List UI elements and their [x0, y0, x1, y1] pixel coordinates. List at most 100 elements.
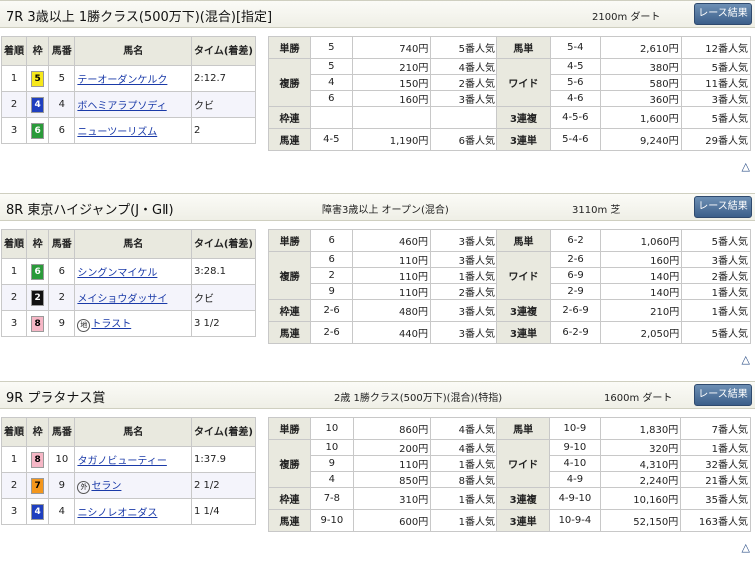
- payout-amount: [351, 106, 432, 129]
- finish-position: 3: [1, 117, 27, 144]
- race-result-button[interactable]: レース結果: [694, 196, 752, 218]
- back-to-top-icon[interactable]: △: [742, 160, 750, 173]
- bet-type-label: 単勝: [267, 229, 312, 252]
- origin-mark: 地: [77, 319, 91, 332]
- bet-type-label: 単勝: [267, 36, 312, 59]
- payout-combination: 5-4-6: [549, 128, 601, 151]
- payout-amount: 140円: [600, 267, 683, 284]
- waku-cell: 6: [25, 258, 50, 285]
- payout-row: ワイド 9-10 320円 1番人気: [495, 439, 751, 488]
- payout-combination: 7-8: [310, 487, 354, 510]
- bet-type-label: 枠連: [267, 106, 312, 129]
- bet-type-label: 馬単: [495, 229, 552, 252]
- horse-name-cell: タガノビューティー: [74, 446, 193, 473]
- payout-popularity: 7番人気: [680, 417, 751, 440]
- race-block: 9R プラタナス賞 2歳 1勝クラス(500万下)(混合)(特指) 1600m ダー…: [0, 381, 755, 571]
- horse-name-link[interactable]: セラン: [91, 481, 121, 492]
- finish-position: 3: [1, 498, 27, 525]
- race-distance: 3110m 芝: [572, 205, 621, 216]
- horse-name-link[interactable]: トラスト: [91, 319, 131, 330]
- horse-name-link[interactable]: メイショウダッサイ: [77, 294, 167, 305]
- payout-row: 馬連 9-10 600円 1番人気: [267, 509, 498, 532]
- horse-name-cell: テーオーダンケルク: [74, 65, 193, 92]
- payout-popularity: 4番人気: [430, 439, 498, 456]
- payout-row: 枠連 7-8 310円 1番人気: [267, 487, 498, 510]
- payout-amount: 2,610円: [599, 36, 682, 59]
- payout-combination: 9-10: [549, 439, 601, 456]
- bet-type-label: 3連単: [495, 321, 552, 344]
- payout-amount: 110円: [351, 251, 432, 268]
- results-header-cell: 枠: [25, 36, 50, 66]
- payout-table: 単勝 6 460円 3番人気 複勝 6 110円 3番人気 2 110円 1番人気 9 110円 2番人気…: [267, 229, 498, 344]
- horse-name-link[interactable]: テーオーダンケルク: [77, 75, 167, 86]
- payout-row: ワイド 2-6 160円 3番人気: [495, 251, 751, 300]
- horse-number: 6: [48, 258, 76, 285]
- finish-time: 1 1/4: [191, 498, 256, 525]
- back-to-top-icon[interactable]: △: [742, 541, 750, 554]
- payout-combination: 5: [310, 58, 353, 75]
- payout-combination: 6: [310, 90, 353, 107]
- payout-combination: 2-6: [550, 251, 602, 268]
- payout-table: 単勝 5 740円 5番人気 複勝 5 210円 4番人気 4 150円 2番人気 6 160円 3番人気…: [267, 36, 498, 151]
- payout-popularity: 29番人気: [680, 128, 752, 151]
- payout-amount: 2,240円: [599, 471, 682, 488]
- horse-name-link[interactable]: シングンマイケル: [77, 268, 157, 279]
- waku-cell: 7: [25, 472, 50, 499]
- race-header: 9R プラタナス賞 2歳 1勝クラス(500万下)(混合)(特指) 1600m ダー…: [0, 381, 755, 409]
- results-header-cell: タイム(着差): [191, 417, 256, 447]
- results-header-cell: 着順: [1, 229, 27, 259]
- waku-cell: 2: [25, 284, 50, 311]
- payout-popularity: 5番人気: [680, 58, 752, 75]
- finish-time: 3 1/2: [191, 310, 256, 337]
- payout-combination: 4-9-10: [549, 487, 601, 510]
- bet-type-label: 3連単: [496, 128, 551, 151]
- horse-number: 2: [48, 284, 76, 311]
- horse-number: 4: [48, 498, 76, 525]
- waku-badge: 7: [31, 477, 45, 494]
- payout-combination: 4-5: [310, 128, 353, 151]
- payout-popularity: 3番人気: [430, 321, 498, 344]
- payout-amount: 210円: [351, 58, 432, 75]
- bet-type-label: 複勝: [267, 251, 312, 300]
- race-result-button[interactable]: レース結果: [694, 3, 752, 25]
- payout-amount: 2,050円: [600, 321, 683, 344]
- horse-name-cell: ニシノレオニダス: [74, 498, 193, 525]
- finish-time: 2:12.7: [191, 65, 256, 92]
- payout-popularity: 1番人気: [430, 509, 498, 532]
- payout-amount: 360円: [599, 90, 682, 107]
- race-title: 7R 3歳以上 1勝クラス(500万下)(混合)[指定]: [6, 10, 273, 25]
- race-title: 8R 東京ハイジャンプ(J・GⅡ): [6, 203, 174, 218]
- race-result-button[interactable]: レース結果: [694, 384, 752, 406]
- horse-number: 9: [48, 472, 76, 499]
- payout-popularity: 5番人気: [681, 229, 751, 252]
- payout-amount: 1,190円: [351, 128, 432, 151]
- payout-amount: 740円: [351, 36, 432, 59]
- payout-combination: 6: [310, 229, 353, 252]
- payout-amount: 310円: [352, 487, 432, 510]
- horse-name-link[interactable]: タガノビューティー: [77, 456, 166, 467]
- payout-popularity: 2番人気: [430, 74, 498, 91]
- back-to-top-icon[interactable]: △: [742, 353, 750, 366]
- horse-number: 9: [48, 310, 76, 337]
- payout-combination: 10-9-4: [549, 509, 601, 532]
- horse-name-link[interactable]: ニシノレオニダス: [77, 508, 157, 519]
- payout-popularity: 32番人気: [680, 455, 751, 472]
- results-header-cell: 馬名: [74, 417, 193, 447]
- horse-name-link[interactable]: ニューツーリズム: [77, 127, 157, 138]
- finish-time: クビ: [191, 91, 256, 118]
- results-header-row: 着順枠馬番 馬名 タイム(着差): [1, 36, 256, 66]
- results-header-cell: 馬番: [48, 417, 76, 447]
- bet-type-label: ワイド: [495, 439, 551, 488]
- payout-amount: 860円: [352, 417, 432, 440]
- finish-position: 1: [1, 258, 27, 285]
- results-row: 2 2 2 メイショウダッサイ クビ: [1, 284, 256, 311]
- payout-table: 馬単 10-9 1,830円 7番人気 ワイド 9-10 320円 1番人気 4-10 4,310…: [495, 417, 751, 532]
- bet-type-label: ワイド: [496, 58, 551, 107]
- horse-name-link[interactable]: ボヘミアラプソディ: [77, 101, 166, 112]
- payout-popularity: 1番人気: [430, 267, 498, 284]
- bet-type-label: 馬連: [267, 321, 312, 344]
- waku-badge: 4: [31, 96, 45, 113]
- horse-name-cell: ニューツーリズム: [74, 117, 193, 144]
- finish-time: 1:37.9: [191, 446, 256, 473]
- results-row: 2 7 9 外セラン 2 1/2: [1, 472, 256, 499]
